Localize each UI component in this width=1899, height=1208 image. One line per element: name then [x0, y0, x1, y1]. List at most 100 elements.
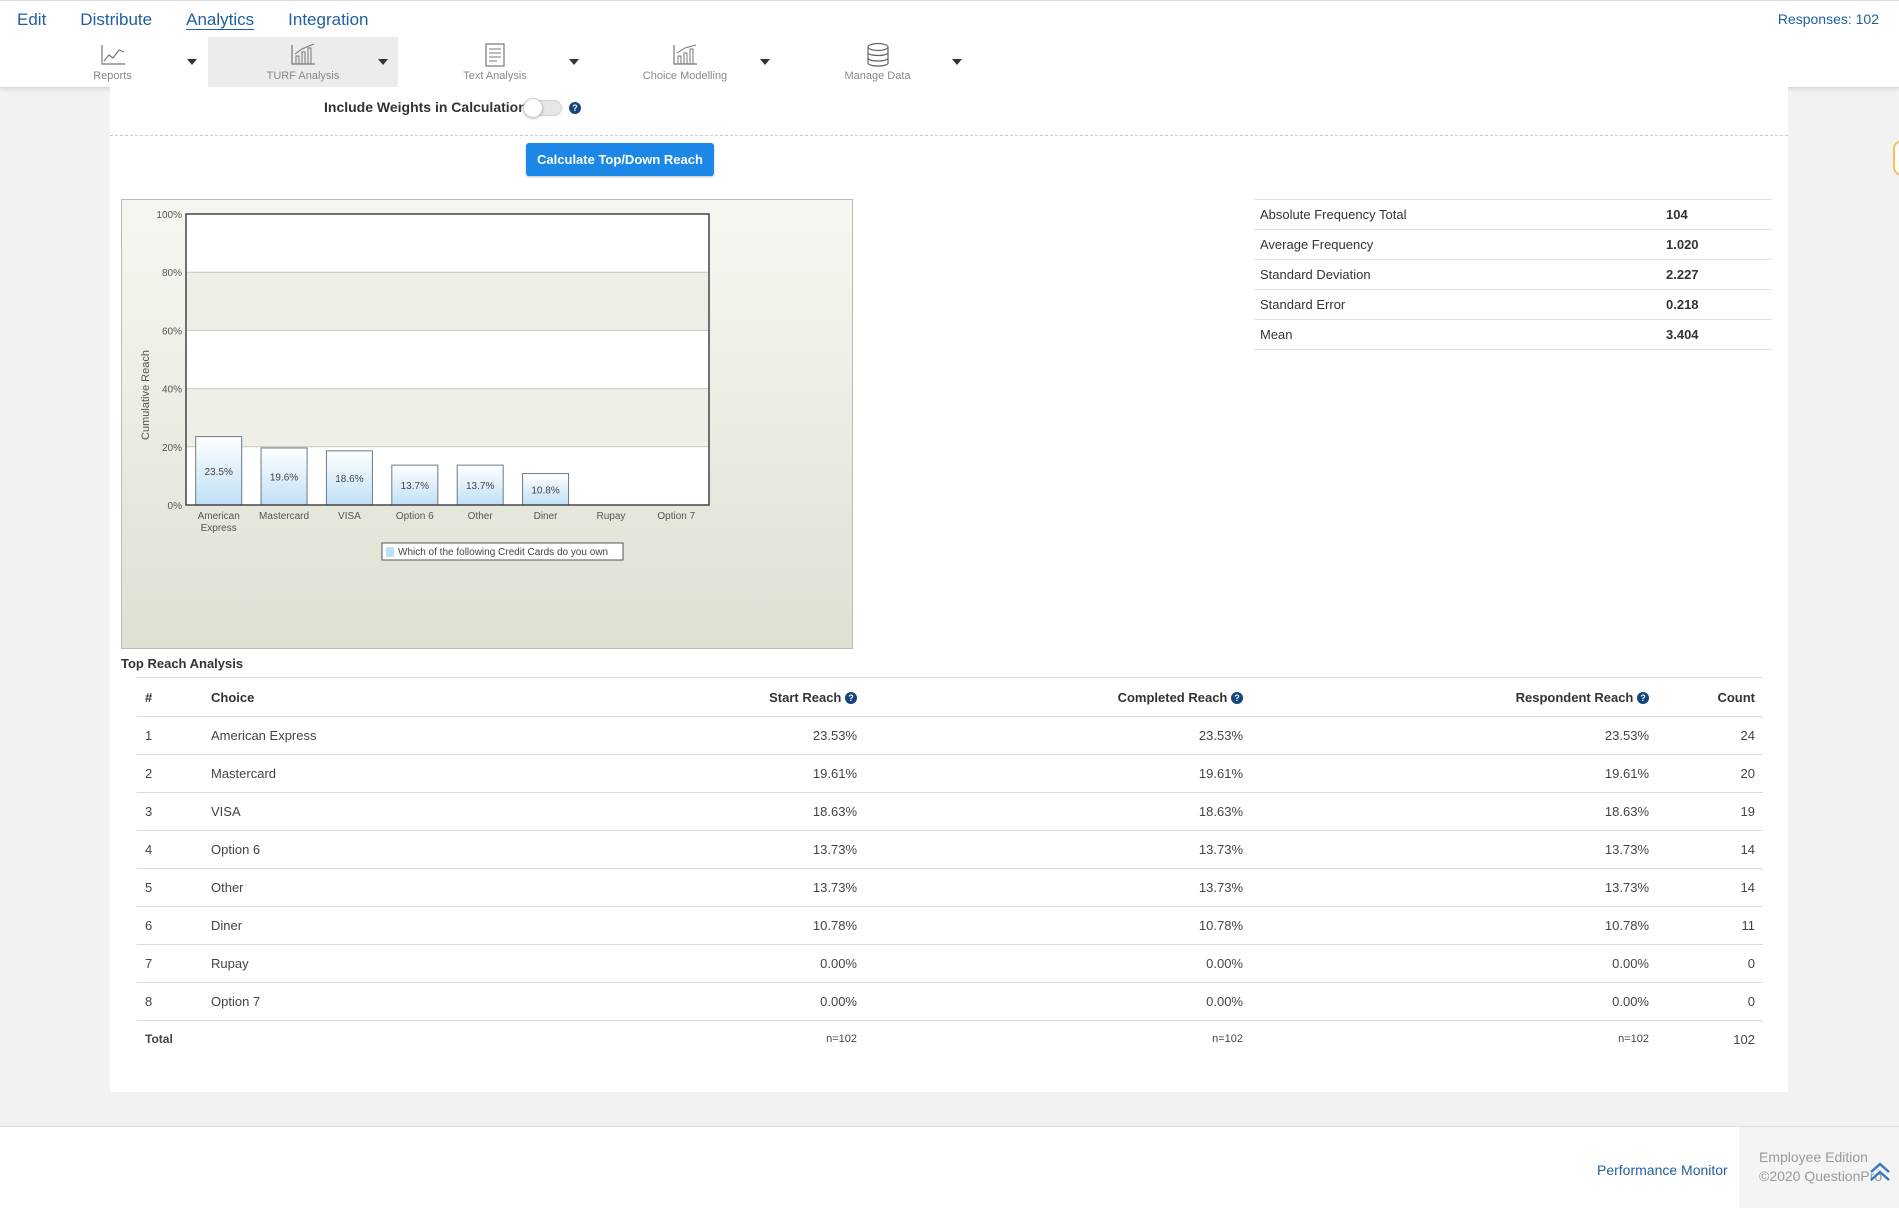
responses-count[interactable]: Responses: 102: [1778, 11, 1879, 27]
analytics-toolbar: Reports TURF Analysis Text Analysis Choi…: [0, 37, 1899, 88]
y-tick-label: 20%: [162, 443, 182, 454]
nav-distribute[interactable]: Distribute: [63, 1, 169, 37]
cell-choice: American Express: [203, 716, 549, 755]
col-respondent-reach: Respondent Reach ?: [1251, 677, 1657, 717]
stat-label: Standard Error: [1254, 289, 1660, 320]
cell-num: 8: [137, 982, 203, 1021]
total-count: 102: [1733, 1031, 1755, 1047]
cell-count: 20: [1657, 754, 1763, 793]
cell-start: 18.63%: [549, 792, 865, 831]
col-start-reach-label: Start Reach: [769, 689, 842, 705]
nav-integration[interactable]: Integration: [271, 1, 385, 37]
col-respondent-reach-label: Respondent Reach: [1515, 689, 1634, 705]
stats-row: Average Frequency 1.020: [1254, 229, 1772, 260]
calculate-reach-button[interactable]: Calculate Top/Down Reach: [526, 143, 714, 176]
data-label: 13.7%: [401, 481, 429, 492]
x-tick-label: Rupay: [596, 511, 625, 522]
nav-edit[interactable]: Edit: [0, 1, 63, 37]
text-analysis-dropdown-caret[interactable]: [569, 59, 579, 65]
cell-start: 0.00%: [549, 944, 865, 983]
cell-respondent: 0.00%: [1251, 982, 1657, 1021]
side-help-tab[interactable]: [1893, 140, 1899, 176]
cell-start: 13.73%: [549, 868, 865, 907]
tool-turf-analysis[interactable]: TURF Analysis: [208, 37, 398, 87]
tool-label: TURF Analysis: [266, 70, 340, 82]
cell-respondent: 0.00%: [1251, 944, 1657, 983]
tool-reports[interactable]: Reports: [60, 37, 165, 87]
edition-box: Employee Edition ©2020 QuestionPro: [1739, 1127, 1899, 1208]
col-choice: Choice: [203, 677, 549, 717]
document-icon: [485, 43, 505, 67]
stat-label: Standard Deviation: [1254, 259, 1660, 290]
cell-choice: VISA: [203, 792, 549, 831]
table-row: 6 Diner 10.78% 10.78% 10.78% 11: [137, 906, 1763, 945]
col-completed-reach-label: Completed Reach: [1117, 689, 1228, 705]
table-row: 1 American Express 23.53% 23.53% 23.53% …: [137, 716, 1763, 755]
stats-row: Standard Deviation 2.227: [1254, 259, 1772, 290]
help-icon[interactable]: ?: [1231, 692, 1243, 705]
table-header-row: # Choice Start Reach ? Completed Reach ?…: [137, 677, 1763, 717]
cell-completed: 13.73%: [865, 868, 1251, 907]
cell-respondent: 13.73%: [1251, 868, 1657, 907]
cell-num: 3: [137, 792, 203, 831]
top-reach-table: # Choice Start Reach ? Completed Reach ?…: [137, 677, 1763, 1057]
cell-choice: Rupay: [203, 944, 549, 983]
table-row: 3 VISA 18.63% 18.63% 18.63% 19: [137, 792, 1763, 831]
cell-respondent: 18.63%: [1251, 792, 1657, 831]
table-row: 2 Mastercard 19.61% 19.61% 19.61% 20: [137, 754, 1763, 793]
cell-count: 11: [1657, 906, 1763, 945]
cell-respondent: 13.73%: [1251, 830, 1657, 869]
cell-choice: Option 7: [203, 982, 549, 1021]
choice-modelling-dropdown-caret[interactable]: [760, 59, 770, 65]
help-icon[interactable]: ?: [845, 692, 857, 705]
help-icon[interactable]: ?: [569, 102, 581, 114]
stat-label: Average Frequency: [1254, 229, 1660, 260]
reports-dropdown-caret[interactable]: [187, 59, 197, 65]
cell-count: 19: [1657, 792, 1763, 831]
cell-start: 0.00%: [549, 982, 865, 1021]
cell-respondent: 23.53%: [1251, 716, 1657, 755]
turf-dropdown-caret[interactable]: [378, 59, 388, 65]
help-icon[interactable]: ?: [1637, 692, 1649, 705]
col-completed-reach: Completed Reach ?: [865, 677, 1251, 717]
tool-choice-modelling[interactable]: Choice Modelling: [630, 37, 740, 87]
edition-label: Employee Edition: [1759, 1149, 1868, 1165]
cell-completed: 10.78%: [865, 906, 1251, 945]
performance-monitor-link[interactable]: Performance Monitor: [1597, 1162, 1728, 1178]
cell-num: 6: [137, 906, 203, 945]
y-axis-label: Cumulative Reach: [140, 350, 152, 440]
cell-num: 2: [137, 754, 203, 793]
cell-respondent: 19.61%: [1251, 754, 1657, 793]
toggle-knob: [523, 98, 543, 118]
stat-value: 104: [1660, 199, 1772, 230]
stats-row: Mean 3.404: [1254, 319, 1772, 350]
data-label: 10.8%: [531, 485, 559, 496]
cell-num: 5: [137, 868, 203, 907]
x-tick-label: Option 6: [396, 511, 434, 522]
legend-label: Which of the following Credit Cards do y…: [398, 547, 608, 558]
cell-completed: 13.73%: [865, 830, 1251, 869]
cell-completed: 18.63%: [865, 792, 1251, 831]
cell-choice: Diner: [203, 906, 549, 945]
stat-value: 3.404: [1660, 319, 1772, 350]
cell-count: 24: [1657, 716, 1763, 755]
cell-count: 0: [1657, 944, 1763, 983]
tool-manage-data[interactable]: Manage Data: [825, 37, 930, 87]
y-tick-label: 100%: [156, 210, 182, 221]
weights-toggle[interactable]: [523, 98, 562, 118]
stat-value: 0.218: [1660, 289, 1772, 320]
table-row: 5 Other 13.73% 13.73% 13.73% 14: [137, 868, 1763, 907]
cell-empty: [203, 1021, 549, 1058]
stats-table: Absolute Frequency Total 104 Average Fre…: [1254, 199, 1772, 350]
reach-chart-svg: 0% 20% 40% 60% 80% 100% 23.5% AmericanExpress 19…: [140, 210, 710, 561]
data-label: 23.5%: [205, 467, 233, 478]
tool-text-analysis[interactable]: Text Analysis: [440, 37, 550, 87]
cell-num: 7: [137, 944, 203, 983]
nav-analytics[interactable]: Analytics: [169, 1, 271, 37]
divider: [110, 135, 1788, 136]
manage-data-dropdown-caret[interactable]: [952, 59, 962, 65]
scroll-top-icon[interactable]: [1867, 1159, 1893, 1185]
col-num: #: [137, 677, 203, 717]
turf-chart-icon: [291, 43, 315, 65]
cell-completed: 19.61%: [865, 754, 1251, 793]
